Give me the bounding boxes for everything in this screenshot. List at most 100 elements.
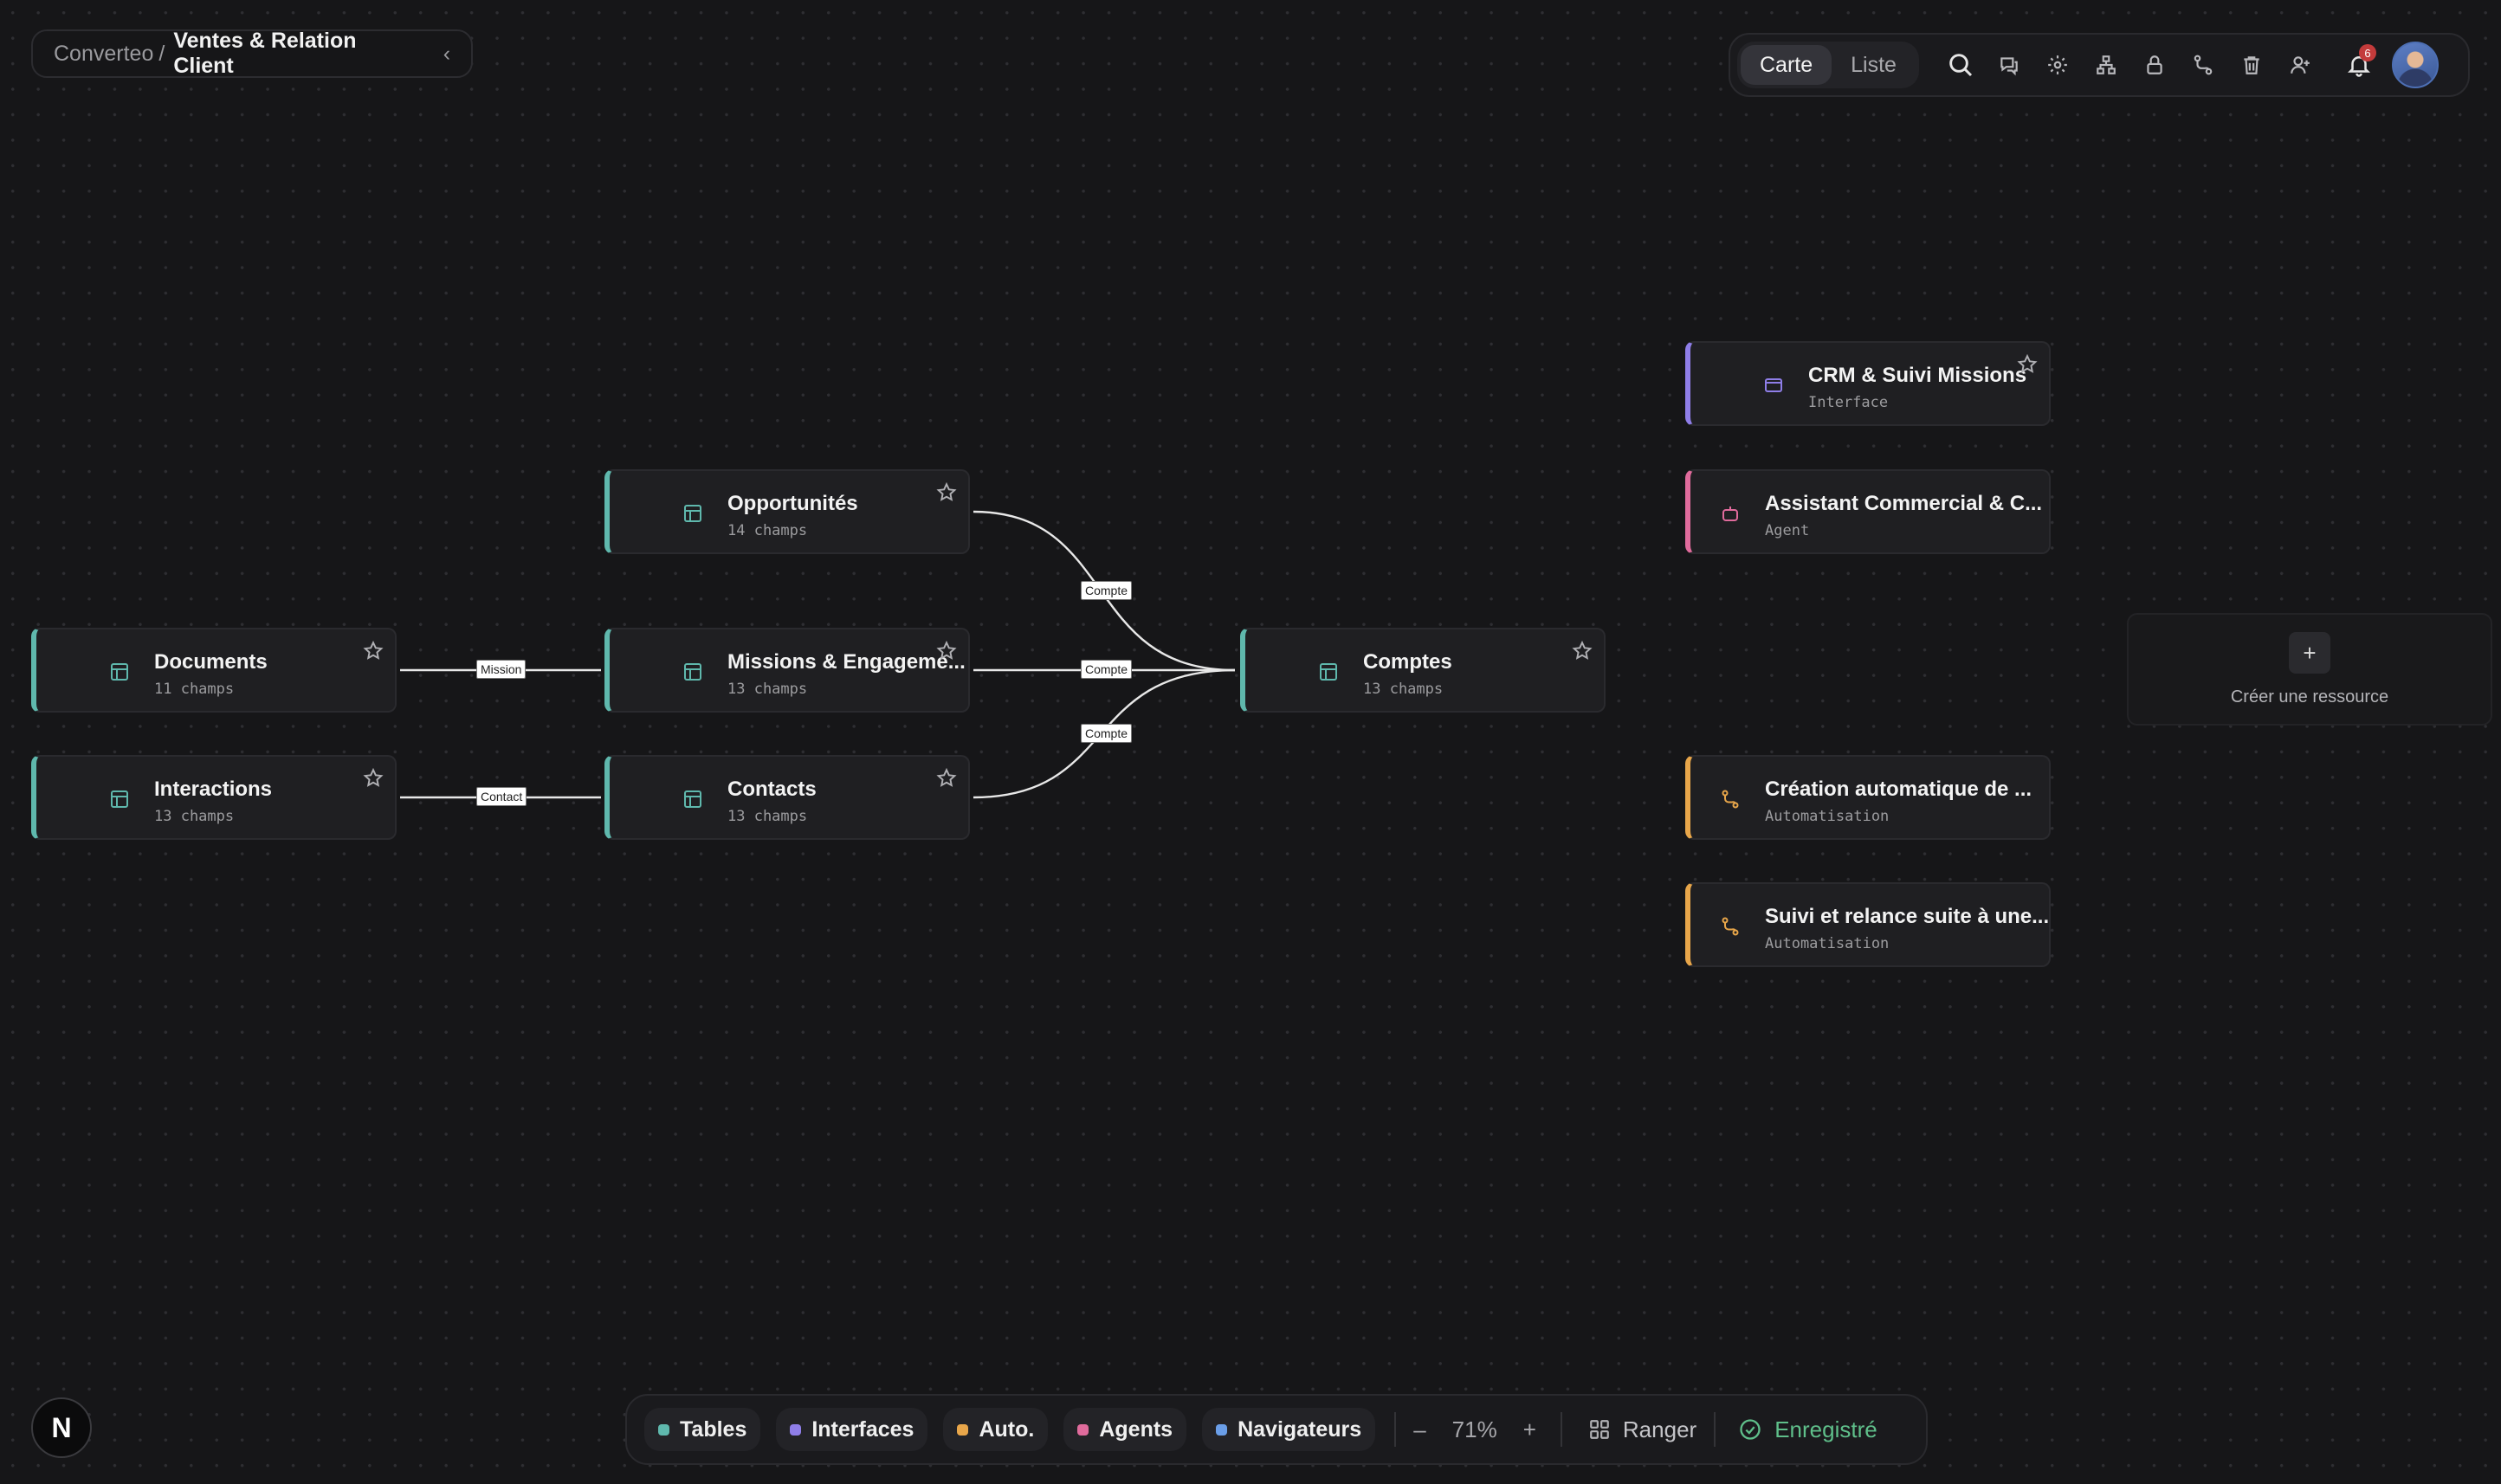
route-icon[interactable] xyxy=(2179,41,2227,89)
node-type: Automatisation xyxy=(1765,808,1890,825)
node-title: Interactions xyxy=(154,777,273,801)
check-circle-icon xyxy=(1740,1419,1761,1440)
node-missions[interactable]: Missions & Engageme... 13 champs xyxy=(604,628,970,713)
search-icon[interactable] xyxy=(1936,41,1985,89)
tab-carte[interactable]: Carte xyxy=(1741,45,1832,85)
star-icon[interactable] xyxy=(935,767,958,790)
star-icon[interactable] xyxy=(2016,353,2039,376)
node-type: Automatisation xyxy=(1765,935,1890,952)
node-title: CRM & Suivi Missions xyxy=(1808,364,2027,387)
table-icon xyxy=(684,505,701,522)
trash-icon[interactable] xyxy=(2227,41,2276,89)
relation-edges xyxy=(400,510,1236,799)
auto-color-dot xyxy=(957,1423,969,1436)
notification-badge: 6 xyxy=(2358,44,2376,61)
node-title: Création automatique de ... xyxy=(1765,777,2032,801)
star-icon[interactable] xyxy=(935,640,958,662)
bell-icon[interactable]: 6 xyxy=(2335,41,2383,89)
automation-icon xyxy=(1722,790,1739,809)
node-field-count: 14 champs xyxy=(727,522,808,539)
saved-label: Enregistré xyxy=(1774,1416,1877,1442)
divider xyxy=(1560,1412,1562,1447)
tab-liste[interactable]: Liste xyxy=(1832,45,1916,85)
star-icon[interactable] xyxy=(362,640,385,662)
node-type: Agent xyxy=(1765,522,1810,539)
arrange-label: Ranger xyxy=(1622,1416,1697,1442)
edge-label-compte-contacts: Compte xyxy=(1081,724,1133,743)
table-icon xyxy=(684,663,701,681)
node-title: Missions & Engageme... xyxy=(727,650,966,674)
table-icon xyxy=(111,790,128,808)
navigateurs-color-dot xyxy=(1216,1423,1228,1436)
filter-label: Agents xyxy=(1099,1416,1173,1442)
zoom-level: 71% xyxy=(1451,1416,1497,1442)
node-contacts[interactable]: Contacts 13 champs xyxy=(604,755,970,840)
divider xyxy=(1394,1412,1397,1447)
breadcrumb-current[interactable]: Ventes & Relation Client xyxy=(173,29,422,79)
arrange-button[interactable]: Ranger xyxy=(1574,1416,1710,1443)
zoom-out-button[interactable]: – xyxy=(1413,1416,1425,1443)
filter-label: Tables xyxy=(680,1416,747,1442)
filter-interfaces[interactable]: Interfaces xyxy=(776,1408,928,1451)
view-switcher: Carte Liste xyxy=(1737,42,1919,88)
collapse-chevron-icon[interactable]: ‹ xyxy=(443,42,450,67)
agents-color-dot xyxy=(1077,1423,1089,1436)
robot-icon xyxy=(1722,506,1738,521)
resource-assistant-agent[interactable]: Assistant Commercial & C... Agent xyxy=(1685,469,2051,554)
node-title: Suivi et relance suite à une... xyxy=(1765,905,2050,928)
create-resource-label: Créer une ressource xyxy=(2230,687,2389,707)
table-icon xyxy=(684,790,701,808)
create-resource-card[interactable]: + Créer une ressource xyxy=(2127,613,2492,726)
interfaces-color-dot xyxy=(790,1423,802,1436)
interface-icon xyxy=(1765,378,1782,392)
filter-auto[interactable]: Auto. xyxy=(943,1408,1049,1451)
breadcrumb-org[interactable]: Converteo xyxy=(54,42,153,67)
save-status: Enregistré xyxy=(1728,1416,1888,1443)
node-title: Comptes xyxy=(1363,650,1452,674)
node-comptes[interactable]: Comptes 13 champs xyxy=(1240,628,1606,713)
top-toolbar: Carte Liste 6 xyxy=(1729,33,2470,97)
breadcrumb: Converteo / Ventes & Relation Client ‹ xyxy=(31,29,473,78)
resource-suivi-automation[interactable]: Suivi et relance suite à une... Automati… xyxy=(1685,882,2051,967)
node-documents[interactable]: Documents 11 champs xyxy=(31,628,397,713)
avatar[interactable] xyxy=(2391,42,2439,88)
star-icon[interactable] xyxy=(935,481,958,504)
plus-icon[interactable]: + xyxy=(2289,632,2330,674)
node-field-count: 13 champs xyxy=(727,681,808,698)
filter-navigateurs[interactable]: Navigateurs xyxy=(1202,1408,1376,1451)
node-field-count: 13 champs xyxy=(1363,681,1444,698)
zoom-in-button[interactable]: + xyxy=(1523,1416,1536,1443)
resource-creation-automation[interactable]: Création automatique de ... Automatisati… xyxy=(1685,755,2051,840)
filter-label: Auto. xyxy=(979,1416,1035,1442)
node-title: Documents xyxy=(154,650,268,674)
node-title: Contacts xyxy=(727,777,817,801)
automation-icon xyxy=(1722,917,1739,936)
grid-icon xyxy=(1590,1420,1609,1439)
node-field-count: 13 champs xyxy=(727,808,808,825)
filter-tables[interactable]: Tables xyxy=(644,1408,761,1451)
node-field-count: 13 champs xyxy=(154,808,235,825)
table-icon xyxy=(1320,663,1337,681)
table-icon xyxy=(111,663,128,681)
filter-label: Interfaces xyxy=(811,1416,914,1442)
add-user-icon[interactable] xyxy=(2276,41,2324,89)
node-interactions[interactable]: Interactions 13 champs xyxy=(31,755,397,840)
node-title: Assistant Commercial & C... xyxy=(1765,492,2043,515)
tables-color-dot xyxy=(658,1423,669,1436)
breadcrumb-separator: / xyxy=(158,41,165,66)
app-logo[interactable]: N xyxy=(31,1397,92,1458)
divider xyxy=(1714,1412,1716,1447)
hierarchy-icon[interactable] xyxy=(2082,41,2130,89)
chat-icon[interactable] xyxy=(1985,41,2033,89)
edge-label-mission: Mission xyxy=(476,660,527,679)
lock-icon[interactable] xyxy=(2130,41,2179,89)
filter-agents[interactable]: Agents xyxy=(1063,1408,1187,1451)
node-field-count: 11 champs xyxy=(154,681,235,698)
resource-crm-interface[interactable]: CRM & Suivi Missions Interface xyxy=(1685,341,2051,426)
star-icon[interactable] xyxy=(362,767,385,790)
gear-icon[interactable] xyxy=(2033,41,2082,89)
edge-label-contact: Contact xyxy=(476,787,527,806)
node-opportunites[interactable]: Opportunités 14 champs xyxy=(604,469,970,554)
star-icon[interactable] xyxy=(1571,640,1593,662)
edge-label-compte-opportunites: Compte xyxy=(1081,581,1133,600)
